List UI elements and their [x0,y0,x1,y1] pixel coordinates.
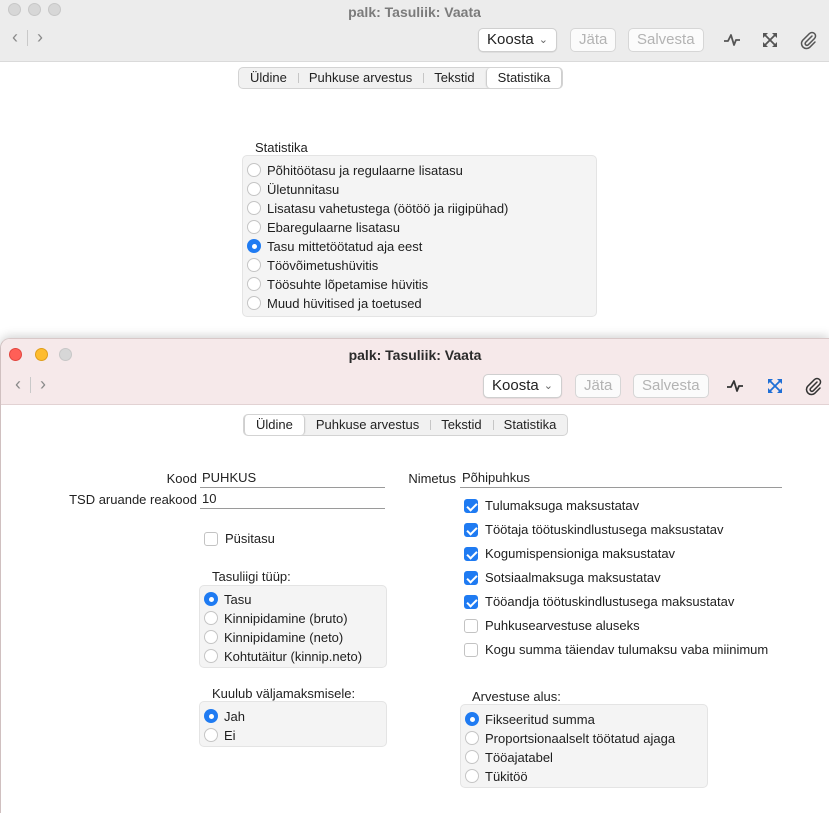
window-title: palk: Tasuliik: Vaata [348,347,482,363]
chevron-left-icon[interactable]: ‹ [15,374,21,395]
checkbox-kogumispension[interactable]: Kogumispensioniga maksustatav [464,546,675,561]
tab-tekstid[interactable]: Tekstid [423,68,485,88]
radio-option[interactable]: Proportsionaalselt töötatud ajaga [465,729,675,747]
arvestuse-alus-radio-group: Fikseeritud summa Proportsionaalselt töö… [460,704,708,788]
activity-icon[interactable] [725,376,745,396]
checkbox-tootaja-tootuskindlustus[interactable]: Töötaja töötuskindlustusega maksustatav [464,522,723,537]
koosta-button[interactable]: Koosta ⌄ [478,28,557,52]
chevron-right-icon[interactable]: › [40,374,46,395]
window-title: palk: Tasuliik: Vaata [348,4,481,20]
radio-option[interactable]: Töövõimetushüvitis [247,256,378,274]
kood-label: Kood [166,471,197,486]
radio-option[interactable]: Kinnipidamine (neto) [204,628,343,646]
checkbox-puhkusearvestus[interactable]: Puhkusearvestuse aluseks [464,618,640,633]
statistika-radio-group: Põhitöötasu ja regulaarne lisatasu Ületu… [242,155,597,317]
tab-puhkuse-arvestus[interactable]: Puhkuse arvestus [305,415,430,435]
back-tabs: Üldine Puhkuse arvestus Tekstid Statisti… [238,67,564,89]
kuulub-label: Kuulub väljamaksmisele: [212,686,356,701]
tsd-field[interactable]: 10 [200,491,385,509]
salvesta-button[interactable]: Salvesta [628,28,704,52]
back-window: palk: Tasuliik: Vaata ‹ › Koosta ⌄ Jäta Sa… [0,0,829,338]
tab-statistika[interactable]: Statistika [492,415,568,435]
tab-tekstid[interactable]: Tekstid [430,415,492,435]
radio-option[interactable]: Lisatasu vahetustega (öötöö ja riigipüha… [247,199,508,217]
paperclip-icon[interactable] [798,30,818,50]
radio-option[interactable]: Kohtutäitur (kinnip.neto) [204,647,362,665]
checkbox-sotsiaalmaks[interactable]: Sotsiaalmaksuga maksustatav [464,570,661,585]
back-titlebar: palk: Tasuliik: Vaata ‹ › Koosta ⌄ Jäta Sa… [0,0,829,62]
chevron-right-icon[interactable]: › [37,27,43,48]
radio-option[interactable]: Kinnipidamine (bruto) [204,609,348,627]
expand-icon[interactable] [760,30,780,50]
tab-puhkuse-arvestus[interactable]: Puhkuse arvestus [297,68,423,88]
salvesta-button[interactable]: Salvesta [633,374,709,398]
pusitasu-checkbox[interactable]: Püsitasu [204,531,275,546]
statistika-label: Statistika [255,140,308,155]
radio-option[interactable]: Ei [204,726,236,744]
tasuliigi-tyyp-label: Tasuliigi tüüp: [212,569,291,584]
nav-arrows: ‹ › [12,27,43,48]
jata-button[interactable]: Jäta [575,374,622,398]
tasuliigi-tyyp-radio-group: Tasu Kinnipidamine (bruto) Kinnipidamine… [199,585,387,668]
nimetus-field[interactable]: Põhipuhkus [460,470,782,488]
front-titlebar: palk: Tasuliik: Vaata ‹ › Koosta ⌄ Jäta Sa… [1,339,829,405]
tsd-label: TSD aruande reakood [69,492,197,507]
chevron-left-icon[interactable]: ‹ [12,27,18,48]
chevron-down-icon: ⌄ [538,34,548,46]
radio-option-selected[interactable]: Tasu mittetöötatud aja eest [247,237,422,255]
front-window: palk: Tasuliik: Vaata ‹ › Koosta ⌄ Jäta Sa… [0,338,829,813]
radio-option-selected[interactable]: Jah [204,707,245,725]
expand-icon[interactable] [765,376,785,396]
radio-option[interactable]: Muud hüvitised ja toetused [247,294,422,312]
checkbox-tulumaksu-vaba-miinimum[interactable]: Kogu summa täiendav tulumaksu vaba miini… [464,642,768,657]
tab-uldine[interactable]: Üldine [239,68,298,88]
radio-option[interactable]: Põhitöötasu ja regulaarne lisatasu [247,161,463,179]
kuulub-radio-group: Jah Ei [199,701,387,747]
radio-option[interactable]: Ebaregulaarne lisatasu [247,218,400,236]
kood-field[interactable]: PUHKUS [200,470,385,488]
chevron-down-icon: ⌄ [543,380,553,392]
radio-option[interactable]: Tükitöö [465,767,528,785]
radio-option[interactable]: Tööajatabel [465,748,553,766]
radio-option[interactable]: Töösuhte lõpetamise hüvitis [247,275,428,293]
radio-option[interactable]: Ületunnitasu [247,180,339,198]
jata-button[interactable]: Jäta [570,28,617,52]
nimetus-label: Nimetus [408,471,456,486]
front-tabs: Üldine Puhkuse arvestus Tekstid Statisti… [243,414,569,436]
checkbox-tooandja-tootuskindlustus[interactable]: Tööandja töötuskindlustusega maksustatav [464,594,734,609]
activity-icon[interactable] [722,30,742,50]
paperclip-icon[interactable] [803,376,823,396]
arvestuse-alus-label: Arvestuse alus: [472,689,561,704]
tab-uldine[interactable]: Üldine [244,415,305,435]
radio-option-selected[interactable]: Fikseeritud summa [465,710,595,728]
radio-option-selected[interactable]: Tasu [204,590,251,608]
tab-statistika[interactable]: Statistika [485,68,563,88]
nav-arrows: ‹ › [15,374,46,395]
checkbox-tulumaks[interactable]: Tulumaksuga maksustatav [464,498,639,513]
koosta-button[interactable]: Koosta ⌄ [483,374,562,398]
